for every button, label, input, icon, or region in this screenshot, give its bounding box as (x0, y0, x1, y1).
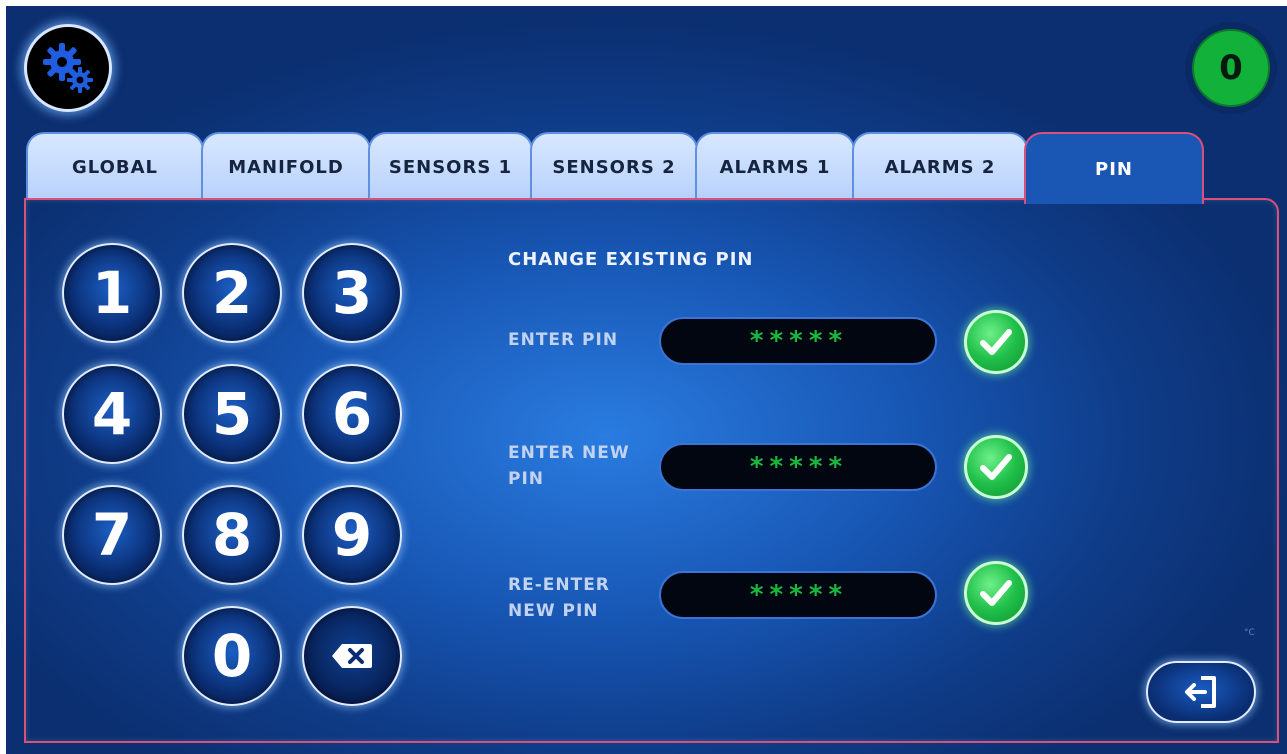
settings-button[interactable] (24, 24, 112, 112)
enter-new-pin-label: ENTER NEW PIN (508, 443, 630, 489)
check-icon (980, 329, 1012, 355)
keypad-key-0[interactable]: 0 (182, 606, 282, 706)
unit-label: °C (1244, 628, 1255, 638)
keypad-key-4[interactable]: 4 (62, 364, 162, 464)
keypad-key-5[interactable]: 5 (182, 364, 282, 464)
re-enter-new-pin-label: RE-ENTER NEW PIN (508, 575, 610, 621)
keypad-key-3[interactable]: 3 (302, 243, 402, 343)
check-icon (980, 580, 1012, 606)
logout-button[interactable] (1146, 661, 1256, 723)
counter-value: 0 (1192, 29, 1270, 107)
keypad-key-8[interactable]: 8 (182, 485, 282, 585)
enter-new-pin-field[interactable]: ***** (659, 443, 937, 491)
enter-pin-label: ENTER PIN (508, 330, 619, 350)
enter-pin-status[interactable] (964, 310, 1028, 374)
tab-manifold[interactable]: MANIFOLD (201, 132, 371, 200)
tab-alarms-1[interactable]: ALARMS 1 (695, 132, 855, 200)
pin-settings-screen: 0 GLOBAL MANIFOLD SENSORS 1 SENSORS 2 AL… (6, 6, 1287, 754)
gears-icon (43, 43, 93, 93)
backspace-button[interactable] (302, 606, 402, 706)
form-title: CHANGE EXISTING PIN (508, 249, 754, 270)
tab-pin[interactable]: PIN (1024, 132, 1204, 204)
keypad-key-1[interactable]: 1 (62, 243, 162, 343)
tab-sensors-2[interactable]: SENSORS 2 (530, 132, 698, 200)
tab-sensors-1[interactable]: SENSORS 1 (368, 132, 533, 200)
counter-badge: 0 (1185, 22, 1277, 114)
backspace-icon (332, 644, 372, 668)
re-enter-new-pin-status[interactable] (964, 561, 1028, 625)
keypad-key-7[interactable]: 7 (62, 485, 162, 585)
enter-new-pin-status[interactable] (964, 435, 1028, 499)
check-icon (980, 454, 1012, 480)
tab-global[interactable]: GLOBAL (26, 132, 204, 200)
keypad-key-9[interactable]: 9 (302, 485, 402, 585)
re-enter-new-pin-field[interactable]: ***** (659, 571, 937, 619)
keypad-key-2[interactable]: 2 (182, 243, 282, 343)
keypad-key-6[interactable]: 6 (302, 364, 402, 464)
enter-pin-field[interactable]: ***** (659, 317, 937, 365)
tab-alarms-2[interactable]: ALARMS 2 (852, 132, 1028, 200)
logout-icon (1185, 676, 1216, 708)
